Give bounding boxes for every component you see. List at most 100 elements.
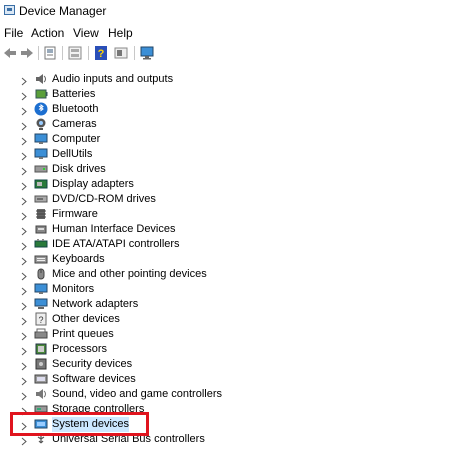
chevron-right-icon[interactable]: [20, 225, 28, 236]
tree-item-label: Disk drives: [52, 163, 106, 175]
tree-item[interactable]: Display adapters: [0, 177, 474, 192]
chevron-right-icon[interactable]: [20, 435, 28, 446]
keyboard-icon: [34, 252, 48, 266]
menu-help[interactable]: Help: [108, 26, 133, 40]
tree-item[interactable]: Disk drives: [0, 162, 474, 177]
chevron-right-icon[interactable]: [20, 420, 28, 431]
display-adapter-icon: [34, 177, 48, 191]
tree-item-label: Mice and other pointing devices: [52, 268, 207, 280]
chevron-right-icon[interactable]: [20, 390, 28, 401]
chevron-right-icon[interactable]: [20, 270, 28, 281]
tree-item[interactable]: Bluetooth: [0, 102, 474, 117]
tree-item-label: Monitors: [52, 283, 95, 295]
tree-item-label: Network adapters: [52, 298, 139, 310]
tree-item-label: Keyboards: [52, 253, 105, 265]
toolbar: ?: [0, 43, 474, 63]
tree-item[interactable]: Network adapters: [0, 297, 474, 312]
tree-item[interactable]: Monitors: [0, 282, 474, 297]
tree-item[interactable]: Computer: [0, 132, 474, 147]
tree-item[interactable]: ? Other devices: [0, 312, 474, 327]
chevron-right-icon[interactable]: [20, 345, 28, 356]
tree-item-label: Human Interface Devices: [52, 223, 176, 235]
monitor-scan-icon[interactable]: [139, 45, 155, 61]
chevron-right-icon[interactable]: [20, 210, 28, 221]
system-devices-icon: [34, 417, 48, 431]
chevron-right-icon[interactable]: [20, 195, 28, 206]
properties-icon[interactable]: [42, 45, 58, 61]
chevron-right-icon[interactable]: [20, 360, 28, 371]
chevron-right-icon[interactable]: [20, 165, 28, 176]
chevron-right-icon[interactable]: [20, 105, 28, 116]
tree-item[interactable]: System devices: [0, 417, 474, 432]
menu-action[interactable]: Action: [31, 26, 64, 40]
tree-item-label: Security devices: [52, 358, 133, 370]
firmware-icon: [34, 207, 48, 221]
network-adapter-icon: [34, 297, 48, 311]
back-arrow-icon[interactable]: [2, 45, 18, 61]
tree-item[interactable]: Print queues: [0, 327, 474, 342]
chevron-right-icon[interactable]: [20, 330, 28, 341]
tree-item-label: Sound, video and game controllers: [52, 388, 222, 400]
tree-item[interactable]: Software devices: [0, 372, 474, 387]
chevron-right-icon[interactable]: [20, 255, 28, 266]
tree-item-label: Other devices: [52, 313, 120, 325]
tree-item[interactable]: IDE ATA/ATAPI controllers: [0, 237, 474, 252]
svg-text:?: ?: [98, 48, 105, 60]
tree-item-label: Batteries: [52, 88, 96, 100]
chevron-right-icon[interactable]: [20, 180, 28, 191]
processor-icon: [34, 342, 48, 356]
chevron-right-icon[interactable]: [20, 315, 28, 326]
update-driver-icon[interactable]: [113, 45, 129, 61]
tree-item[interactable]: Audio inputs and outputs: [0, 72, 474, 87]
mouse-icon: [34, 267, 48, 281]
chevron-right-icon[interactable]: [20, 300, 28, 311]
ide-controller-icon: [34, 237, 48, 251]
chevron-right-icon[interactable]: [20, 285, 28, 296]
window-title: Device Manager: [19, 4, 107, 18]
show-hidden-icon[interactable]: [67, 45, 83, 61]
tree-item-label: Universal Serial Bus controllers: [52, 433, 205, 445]
menu-bar: File Action View Help: [0, 24, 474, 42]
chevron-right-icon[interactable]: [20, 150, 28, 161]
tree-item[interactable]: Human Interface Devices: [0, 222, 474, 237]
tree-item[interactable]: DellUtils: [0, 147, 474, 162]
chevron-right-icon[interactable]: [20, 90, 28, 101]
tree-item[interactable]: Sound, video and game controllers: [0, 387, 474, 402]
tree-item[interactable]: Firmware: [0, 207, 474, 222]
tree-item[interactable]: Universal Serial Bus controllers: [0, 432, 474, 447]
chevron-right-icon[interactable]: [20, 240, 28, 251]
tree-item[interactable]: Security devices: [0, 357, 474, 372]
menu-view[interactable]: View: [73, 26, 99, 40]
tree-item-label: IDE ATA/ATAPI controllers: [52, 238, 180, 250]
tree-item[interactable]: Storage controllers: [0, 402, 474, 417]
speaker-icon: [34, 72, 48, 86]
tree-item[interactable]: Processors: [0, 342, 474, 357]
disk-drive-icon: [34, 162, 48, 176]
tree-item[interactable]: Batteries: [0, 87, 474, 102]
device-tree: Audio inputs and outputs Batteries Bluetoo…: [0, 64, 474, 467]
tree-item-label: Display adapters: [52, 178, 134, 190]
tree-item[interactable]: DVD/CD-ROM drives: [0, 192, 474, 207]
tree-item[interactable]: Cameras: [0, 117, 474, 132]
toolbar-separator: [134, 46, 135, 60]
chevron-right-icon[interactable]: [20, 405, 28, 416]
storage-controller-icon: [34, 402, 48, 416]
tree-item-label: Cameras: [52, 118, 97, 130]
chevron-right-icon[interactable]: [20, 120, 28, 131]
forward-arrow-icon[interactable]: [19, 45, 35, 61]
device-manager-app-icon: [4, 5, 15, 15]
chevron-right-icon[interactable]: [20, 75, 28, 86]
tree-item[interactable]: Keyboards: [0, 252, 474, 267]
menu-file[interactable]: File: [4, 26, 23, 40]
chevron-right-icon[interactable]: [20, 375, 28, 386]
dvd-drive-icon: [34, 192, 48, 206]
toolbar-separator: [88, 46, 89, 60]
tree-item-label: Storage controllers: [52, 403, 145, 415]
help-icon[interactable]: ?: [93, 45, 109, 61]
svg-text:?: ?: [38, 315, 43, 325]
tree-item[interactable]: Mice and other pointing devices: [0, 267, 474, 282]
chevron-right-icon[interactable]: [20, 135, 28, 146]
tree-item-label: Audio inputs and outputs: [52, 73, 174, 85]
bluetooth-icon: [34, 102, 48, 116]
printer-icon: [34, 327, 48, 341]
